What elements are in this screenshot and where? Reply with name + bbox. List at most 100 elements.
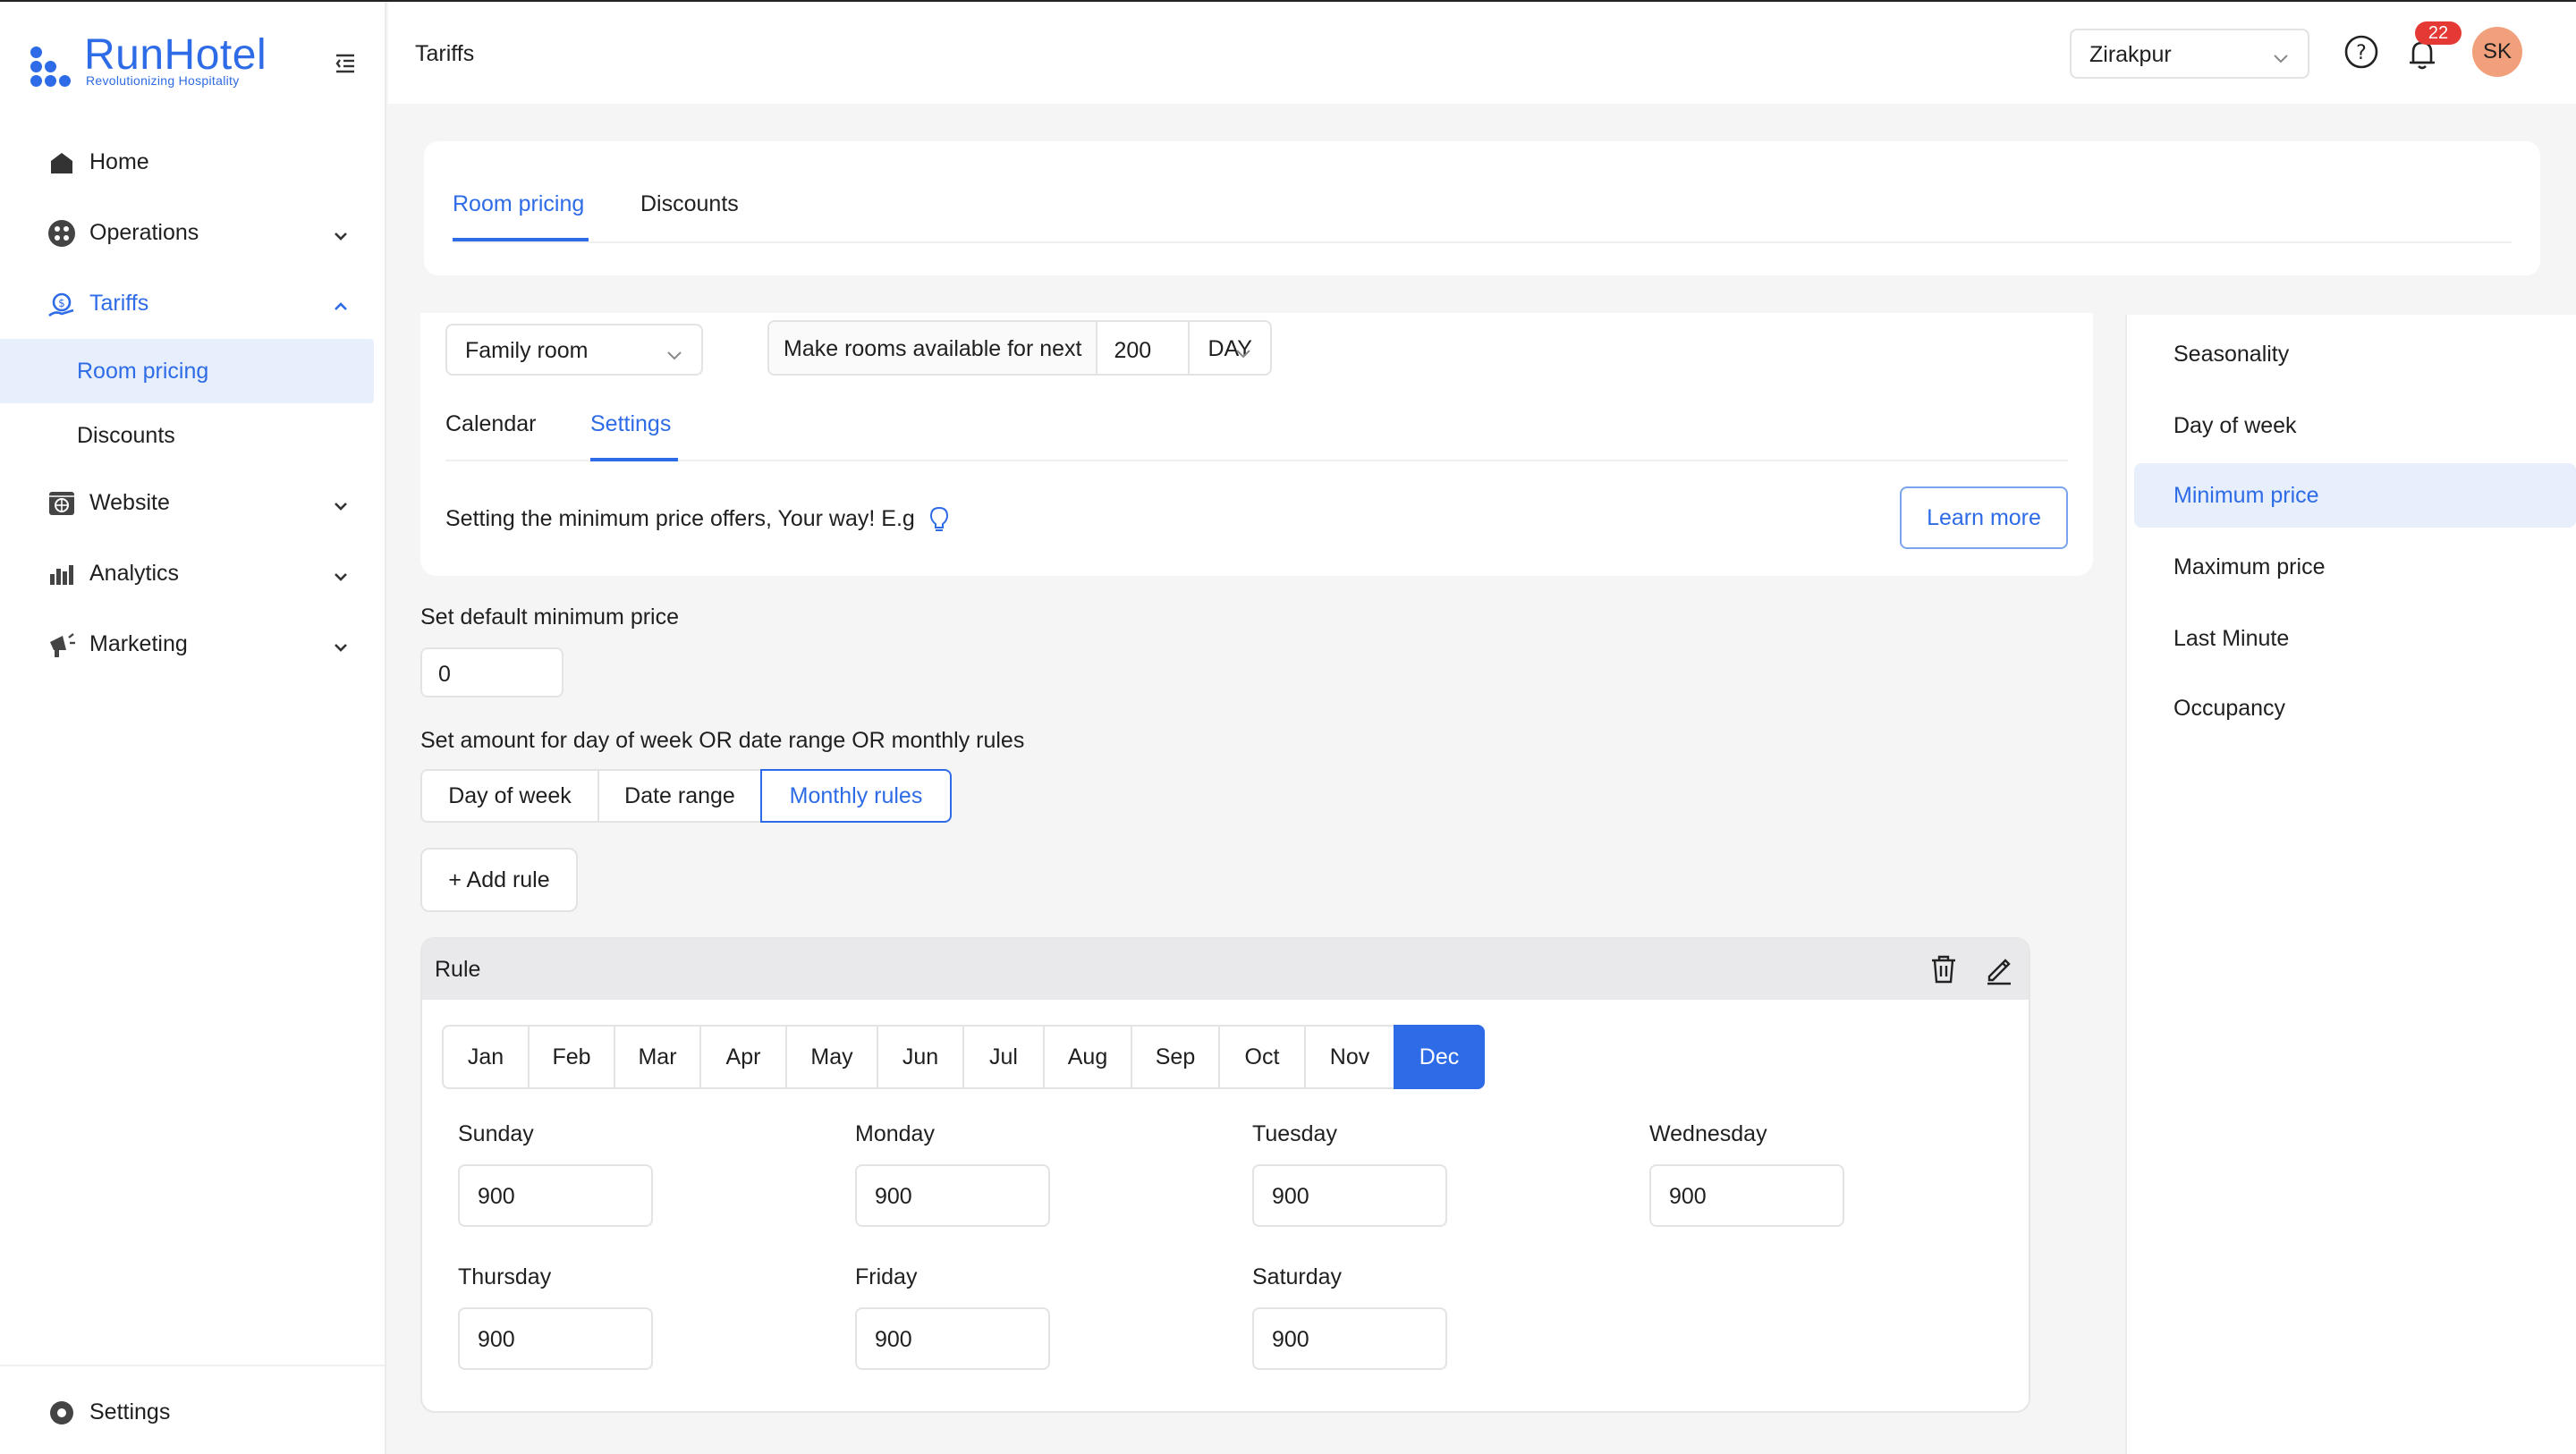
day-input-sunday[interactable]: 900 bbox=[458, 1164, 653, 1227]
month-apr-button[interactable]: Apr bbox=[699, 1025, 787, 1089]
day-label-friday: Friday bbox=[855, 1264, 918, 1289]
sidebar-item-label: Marketing bbox=[89, 631, 188, 656]
sidebar-item-label: Tariffs bbox=[89, 291, 149, 316]
logo-title: RunHotel bbox=[84, 31, 267, 79]
sidebar: RunHotel Revolutionizing Hospitality Hom… bbox=[0, 2, 386, 1454]
sidebar-subitem-room-pricing[interactable]: Room pricing bbox=[0, 339, 374, 403]
availability-input[interactable]: 200 bbox=[1097, 322, 1191, 374]
logo-tagline: Revolutionizing Hospitality bbox=[86, 73, 240, 88]
tab-discounts[interactable]: Discounts bbox=[640, 191, 739, 217]
top-header: Tariffs Zirakpur ? 22 SK bbox=[388, 2, 2576, 104]
sidebar-nav: Home Operations $ Tariffs Room pricing D… bbox=[0, 127, 386, 680]
sidebar-item-label: Operations bbox=[89, 220, 199, 245]
chevron-down-icon bbox=[1234, 342, 1252, 359]
month-feb-button[interactable]: Feb bbox=[528, 1025, 615, 1089]
add-rule-button[interactable]: + Add rule bbox=[420, 848, 578, 912]
default-price-input[interactable]: 0 bbox=[420, 647, 564, 697]
sidebar-item-label: Website bbox=[89, 490, 170, 515]
month-may-button[interactable]: May bbox=[785, 1025, 878, 1089]
chevron-up-icon bbox=[331, 295, 351, 311]
day-label-tuesday: Tuesday bbox=[1252, 1121, 1337, 1146]
menu-item-day-of-week[interactable]: Day of week bbox=[2127, 393, 2569, 458]
help-icon[interactable]: ? bbox=[2343, 34, 2379, 70]
chevron-down-icon bbox=[665, 343, 683, 360]
day-label-thursday: Thursday bbox=[458, 1264, 552, 1289]
chevron-down-icon bbox=[2272, 46, 2290, 63]
month-selector: Jan Feb Mar Apr May Jun Jul Aug Sep Oct … bbox=[442, 1025, 1485, 1089]
tabs-divider bbox=[453, 241, 2512, 243]
day-input-wednesday[interactable]: 900 bbox=[1649, 1164, 1844, 1227]
subtab-settings[interactable]: Settings bbox=[590, 411, 671, 437]
pricing-tabs-card: Room pricing Discounts bbox=[424, 141, 2540, 275]
chevron-down-icon bbox=[331, 224, 351, 241]
day-label-monday: Monday bbox=[855, 1121, 935, 1146]
month-jun-button[interactable]: Jun bbox=[877, 1025, 964, 1089]
info-message: Setting the minimum price offers, Your w… bbox=[445, 506, 950, 533]
pricing-rules-menu: Seasonality Day of week Minimum price Ma… bbox=[2125, 315, 2576, 1454]
location-value: Zirakpur bbox=[2089, 42, 2172, 67]
rule-mode-segmented: Day of week Date range Monthly rules bbox=[420, 769, 952, 823]
availability-label: Make rooms available for next bbox=[769, 322, 1098, 374]
chevron-down-icon bbox=[331, 565, 351, 581]
subtabs-divider bbox=[445, 460, 2068, 461]
website-icon bbox=[47, 488, 77, 519]
marketing-icon bbox=[47, 630, 77, 660]
month-jan-button[interactable]: Jan bbox=[442, 1025, 530, 1089]
subtab-calendar[interactable]: Calendar bbox=[445, 411, 536, 437]
month-jul-button[interactable]: Jul bbox=[962, 1025, 1045, 1089]
day-input-tuesday[interactable]: 900 bbox=[1252, 1164, 1447, 1227]
rule-card: Rule Jan Feb Mar Apr May Jun Jul Aug Sep… bbox=[420, 937, 2030, 1413]
edit-icon[interactable] bbox=[1984, 953, 2014, 985]
day-input-monday[interactable]: 900 bbox=[855, 1164, 1050, 1227]
info-text: Setting the minimum price offers, Your w… bbox=[445, 506, 915, 531]
menu-item-occupancy[interactable]: Occupancy bbox=[2127, 676, 2569, 740]
sidebar-item-label: Home bbox=[89, 149, 149, 174]
avatar[interactable]: SK bbox=[2472, 27, 2522, 77]
month-dec-button[interactable]: Dec bbox=[1394, 1025, 1485, 1089]
month-sep-button[interactable]: Sep bbox=[1131, 1025, 1220, 1089]
mode-monthly-rules-button[interactable]: Monthly rules bbox=[760, 769, 952, 823]
sidebar-footer: Settings bbox=[0, 1365, 385, 1454]
active-tab-indicator bbox=[453, 238, 589, 241]
menu-item-maximum-price[interactable]: Maximum price bbox=[2127, 535, 2569, 599]
month-oct-button[interactable]: Oct bbox=[1218, 1025, 1306, 1089]
svg-text:$: $ bbox=[58, 297, 65, 309]
sidebar-item-tariffs[interactable]: $ Tariffs bbox=[0, 268, 386, 339]
day-label-sunday: Sunday bbox=[458, 1121, 534, 1146]
trash-icon[interactable] bbox=[1928, 953, 1959, 985]
settings-card: Family room Make rooms available for nex… bbox=[420, 313, 2093, 576]
menu-item-minimum-price[interactable]: Minimum price bbox=[2134, 463, 2576, 528]
sidebar-item-settings[interactable]: Settings bbox=[0, 1377, 170, 1448]
page-title: Tariffs bbox=[415, 41, 475, 66]
availability-unit-select[interactable]: DAY bbox=[1190, 322, 1270, 374]
default-price-label: Set default minimum price bbox=[420, 604, 680, 630]
sidebar-item-analytics[interactable]: Analytics bbox=[0, 538, 386, 609]
collapse-sidebar-icon[interactable] bbox=[333, 52, 358, 73]
day-input-thursday[interactable]: 900 bbox=[458, 1307, 653, 1370]
analytics-icon bbox=[47, 559, 77, 589]
day-input-friday[interactable]: 900 bbox=[855, 1307, 1050, 1370]
sidebar-item-home[interactable]: Home bbox=[0, 127, 386, 198]
sidebar-item-operations[interactable]: Operations bbox=[0, 198, 386, 268]
operations-icon bbox=[47, 218, 77, 249]
menu-item-last-minute[interactable]: Last Minute bbox=[2127, 606, 2569, 671]
learn-more-button[interactable]: Learn more bbox=[1900, 486, 2068, 549]
room-type-value: Family room bbox=[465, 338, 589, 363]
sidebar-subitem-discounts[interactable]: Discounts bbox=[0, 403, 386, 468]
logo[interactable]: RunHotel Revolutionizing Hospitality bbox=[30, 31, 299, 91]
day-input-saturday[interactable]: 900 bbox=[1252, 1307, 1447, 1370]
menu-item-seasonality[interactable]: Seasonality bbox=[2127, 322, 2569, 386]
location-select[interactable]: Zirakpur bbox=[2070, 29, 2309, 79]
month-nov-button[interactable]: Nov bbox=[1304, 1025, 1395, 1089]
month-mar-button[interactable]: Mar bbox=[614, 1025, 701, 1089]
day-label-saturday: Saturday bbox=[1252, 1264, 1343, 1289]
chevron-down-icon bbox=[331, 636, 351, 652]
sidebar-item-marketing[interactable]: Marketing bbox=[0, 609, 386, 680]
tab-room-pricing[interactable]: Room pricing bbox=[453, 191, 584, 217]
room-type-select[interactable]: Family room bbox=[445, 324, 703, 376]
mode-day-of-week-button[interactable]: Day of week bbox=[420, 769, 599, 823]
month-aug-button[interactable]: Aug bbox=[1043, 1025, 1132, 1089]
mode-date-range-button[interactable]: Date range bbox=[597, 769, 762, 823]
home-icon bbox=[47, 148, 77, 178]
sidebar-item-website[interactable]: Website bbox=[0, 468, 386, 538]
